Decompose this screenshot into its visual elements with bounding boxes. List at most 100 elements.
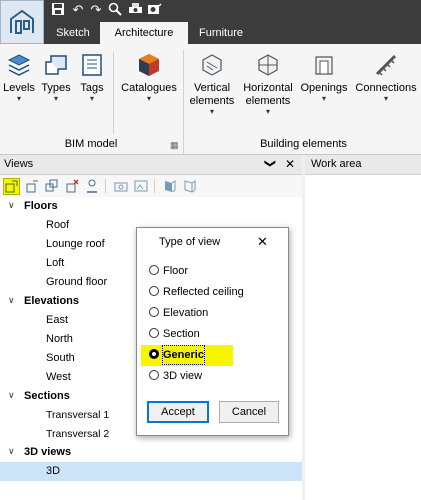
- dialog-launcher-icon[interactable]: ▦: [170, 140, 179, 151]
- tree-item-transversal-1[interactable]: Transversal 1: [46, 406, 109, 425]
- horizontal-elements-label: Horizontal: [243, 82, 293, 94]
- panel-splitter[interactable]: [302, 155, 305, 500]
- new-view-icon[interactable]: [3, 178, 20, 195]
- tree-item-lounge-roof[interactable]: Lounge roof: [46, 235, 105, 254]
- types-button[interactable]: Types ▾: [38, 52, 74, 103]
- levels-dropdown-icon: ▾: [16, 94, 21, 103]
- tree-folder-floors[interactable]: Floors: [24, 197, 58, 216]
- radio-elevation-label: Elevation: [163, 307, 209, 319]
- export-view-icon[interactable]: [162, 178, 178, 194]
- edit-view-icon[interactable]: [24, 178, 40, 194]
- tags-icon: [79, 52, 105, 78]
- tree-item-west[interactable]: West: [46, 368, 71, 387]
- toolbar-divider: [154, 179, 155, 193]
- import-view-icon[interactable]: [182, 178, 198, 194]
- horizontal-elements-icon: [255, 52, 281, 78]
- print-icon[interactable]: [127, 2, 143, 18]
- chevron-down-icon[interactable]: ∨: [8, 200, 15, 211]
- group-divider: [183, 50, 184, 154]
- levels-button[interactable]: Levels ▾: [2, 52, 36, 103]
- radio-3d-view-label: 3D view: [163, 370, 203, 382]
- horizontal-elements-button[interactable]: Horizontal elements ▾: [240, 52, 296, 116]
- catalogues-button[interactable]: Catalogues ▾: [118, 52, 180, 103]
- tree-item-ground-floor[interactable]: Ground floor: [46, 273, 107, 292]
- chevron-down-icon[interactable]: ∨: [8, 446, 15, 457]
- radio-reflected-ceiling-button[interactable]: [149, 286, 159, 296]
- radio-elevation-button[interactable]: [149, 307, 159, 317]
- app-menu-icon[interactable]: [0, 0, 44, 44]
- openings-icon: [311, 52, 337, 78]
- view-properties-icon[interactable]: [84, 178, 100, 194]
- connections-dropdown-icon: ▾: [383, 94, 388, 103]
- building-elements-group-label: Building elements: [260, 138, 347, 150]
- tree-item-roof[interactable]: Roof: [46, 216, 69, 235]
- radio-section-label: Section: [163, 328, 200, 340]
- radio-reflected-ceiling-label: Reflected ceiling: [163, 286, 244, 298]
- views-toolbar: [0, 175, 302, 197]
- views-panel-header: Views ❯ ✕: [0, 155, 302, 175]
- radio-generic-button[interactable]: [149, 349, 159, 359]
- tags-label: Tags: [80, 82, 104, 94]
- dialog-close-icon[interactable]: ✕: [257, 234, 268, 250]
- work-area-header: Work area: [305, 155, 421, 175]
- tree-item-loft[interactable]: Loft: [46, 254, 64, 273]
- chevron-down-icon[interactable]: ∨: [8, 390, 15, 401]
- close-icon[interactable]: ✕: [285, 157, 295, 171]
- views-panel-title: Views: [4, 158, 34, 170]
- openings-dropdown-icon: ▾: [321, 94, 326, 103]
- tags-button[interactable]: Tags ▾: [76, 52, 108, 103]
- vertical-elements-label: Vertical: [193, 82, 231, 94]
- undo-icon[interactable]: ↶: [70, 2, 86, 18]
- radio-generic-label: Generic: [162, 345, 205, 365]
- vertical-elements-dropdown-icon: ▾: [209, 107, 214, 116]
- vertical-elements-icon: [199, 52, 225, 78]
- radio-floor-label: Floor: [163, 265, 189, 277]
- tree-folder-3d-views[interactable]: 3D views: [24, 443, 71, 462]
- catalogues-label: Catalogues: [121, 82, 177, 94]
- camera-icon[interactable]: [113, 178, 129, 194]
- catalogues-icon: [136, 52, 162, 78]
- toolbar-divider: [105, 179, 106, 193]
- view-image-icon[interactable]: [133, 178, 149, 194]
- radio-section-button[interactable]: [149, 328, 159, 338]
- save-icon[interactable]: [50, 2, 66, 18]
- tree-folder-sections[interactable]: Sections: [24, 387, 70, 406]
- radio-floor-button[interactable]: [149, 265, 159, 275]
- radio-3d-view-button[interactable]: [149, 370, 159, 380]
- levels-label: Levels: [3, 82, 35, 94]
- cancel-button[interactable]: Cancel: [219, 401, 279, 423]
- dialog-title-bar: Type of view ✕: [137, 228, 288, 256]
- openings-button[interactable]: Openings ▾: [298, 52, 350, 103]
- render-icon[interactable]: [146, 2, 162, 18]
- type-of-view-dialog: Type of view ✕ Floor Reflected ceiling E…: [136, 227, 289, 436]
- tab-sketch[interactable]: Sketch: [48, 22, 98, 44]
- zoom-icon[interactable]: [107, 2, 123, 18]
- types-dropdown-icon: ▾: [53, 94, 58, 103]
- title-bar: ↶ ↷: [0, 0, 421, 20]
- tree-item-transversal-2[interactable]: Transversal 2: [46, 425, 109, 444]
- types-icon: [43, 52, 69, 78]
- vertical-elements-button[interactable]: Vertical elements ▾: [186, 52, 238, 116]
- types-label: Types: [41, 82, 71, 94]
- connections-icon: [373, 52, 399, 78]
- group-divider: [113, 52, 114, 134]
- tree-item-3d[interactable]: 3D: [46, 462, 60, 481]
- redo-icon[interactable]: ↷: [88, 2, 104, 18]
- copy-view-icon[interactable]: [44, 178, 60, 194]
- chevron-down-icon[interactable]: ∨: [8, 295, 15, 306]
- tree-item-south[interactable]: South: [46, 349, 75, 368]
- horizontal-elements-dropdown-icon: ▾: [265, 107, 270, 116]
- delete-view-icon[interactable]: [64, 178, 80, 194]
- tags-dropdown-icon: ▾: [89, 94, 94, 103]
- accept-button[interactable]: Accept: [147, 401, 209, 423]
- tree-folder-elevations[interactable]: Elevations: [24, 292, 79, 311]
- collapse-icon[interactable]: ❯: [264, 159, 277, 168]
- tree-item-north[interactable]: North: [46, 330, 73, 349]
- tab-furniture[interactable]: Furniture: [190, 22, 252, 44]
- levels-icon: [6, 52, 32, 78]
- tab-architecture[interactable]: Architecture: [100, 22, 188, 44]
- connections-button[interactable]: Connections ▾: [352, 52, 420, 103]
- tree-item-east[interactable]: East: [46, 311, 68, 330]
- work-area-title: Work area: [311, 158, 362, 170]
- bim-model-group-label: BIM model: [64, 138, 118, 150]
